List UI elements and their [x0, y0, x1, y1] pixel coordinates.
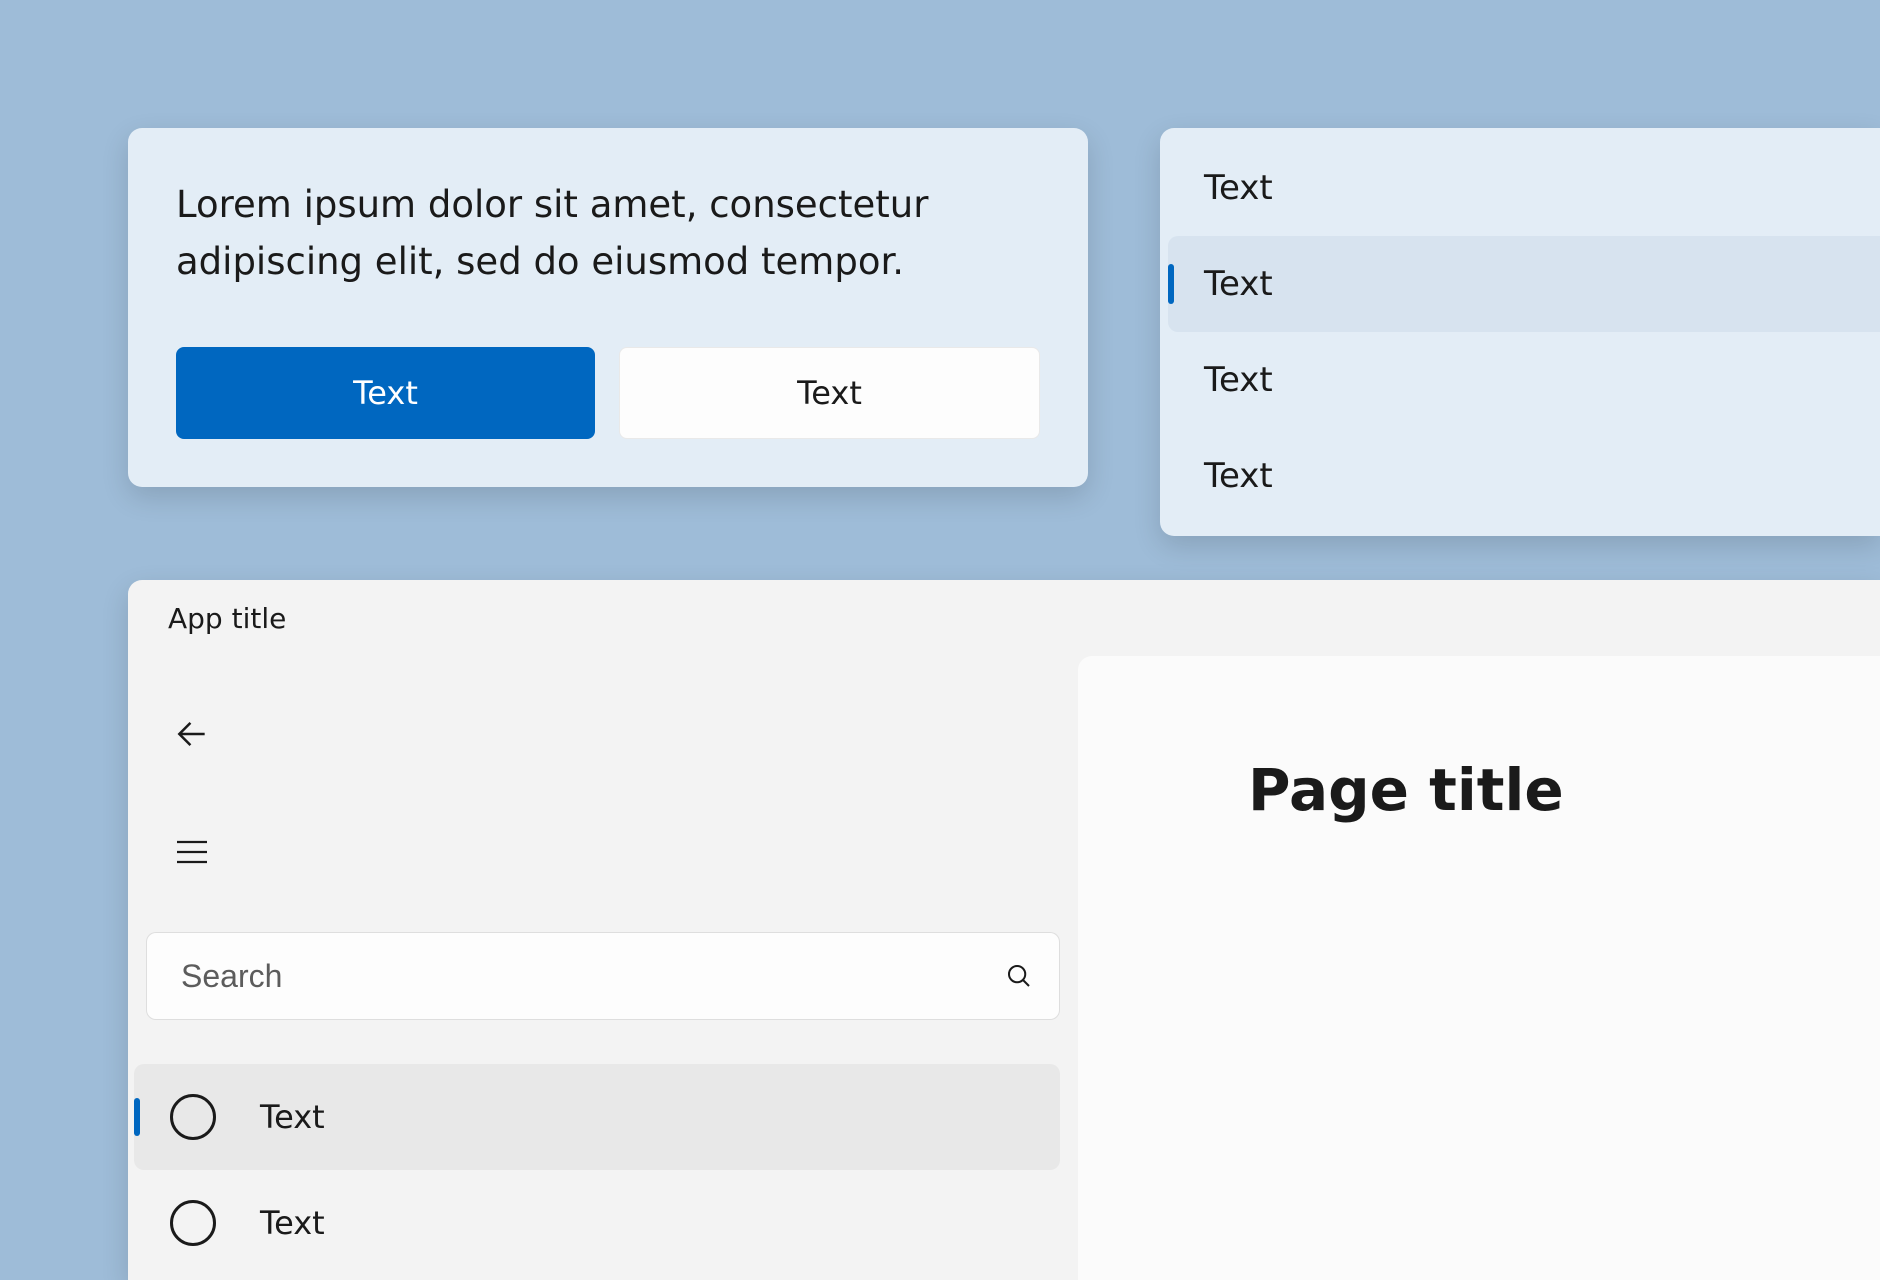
dialog-secondary-button[interactable]: Text — [619, 347, 1040, 439]
back-button[interactable] — [156, 700, 228, 772]
list-item[interactable]: Text — [1160, 428, 1880, 524]
nav-list: Text Text — [146, 1064, 1060, 1276]
nav-item[interactable]: Text — [134, 1064, 1060, 1170]
circle-icon — [170, 1094, 216, 1140]
list-item-label: Text — [1204, 360, 1273, 400]
page-title: Page title — [1248, 756, 1880, 824]
list-item[interactable]: Text — [1168, 236, 1880, 332]
search-box[interactable] — [146, 932, 1060, 1020]
list-item-label: Text — [1204, 456, 1273, 496]
hamburger-icon — [172, 832, 212, 876]
nav-item[interactable]: Text — [146, 1170, 1060, 1276]
app-window: App title — [128, 580, 1880, 1280]
dialog-button-row: Text Text — [176, 347, 1040, 439]
dialog-body-text: Lorem ipsum dolor sit amet, consectetur … — [176, 176, 1040, 291]
navigation-sidebar: Text Text — [128, 656, 1078, 1280]
list-item-label: Text — [1204, 264, 1273, 304]
hamburger-menu-button[interactable] — [156, 818, 228, 890]
app-title: App title — [168, 602, 286, 635]
titlebar[interactable]: App title — [128, 580, 1880, 656]
search-icon — [979, 933, 1059, 1019]
content-area: Page title — [1078, 656, 1880, 1280]
dialog-card: Lorem ipsum dolor sit amet, consectetur … — [128, 128, 1088, 487]
search-input[interactable] — [147, 933, 979, 1019]
dialog-secondary-button-label: Text — [797, 374, 862, 412]
list-item[interactable]: Text — [1160, 332, 1880, 428]
dialog-primary-button[interactable]: Text — [176, 347, 595, 439]
list-item[interactable]: Text — [1160, 140, 1880, 236]
back-arrow-icon — [173, 715, 211, 757]
circle-icon — [170, 1200, 216, 1246]
nav-item-label: Text — [260, 1204, 325, 1242]
dialog-primary-button-label: Text — [353, 374, 418, 412]
flyout-list: Text Text Text Text — [1160, 128, 1880, 536]
nav-item-label: Text — [260, 1098, 325, 1136]
list-item-label: Text — [1204, 168, 1273, 208]
app-body: Text Text Page title — [128, 656, 1880, 1280]
